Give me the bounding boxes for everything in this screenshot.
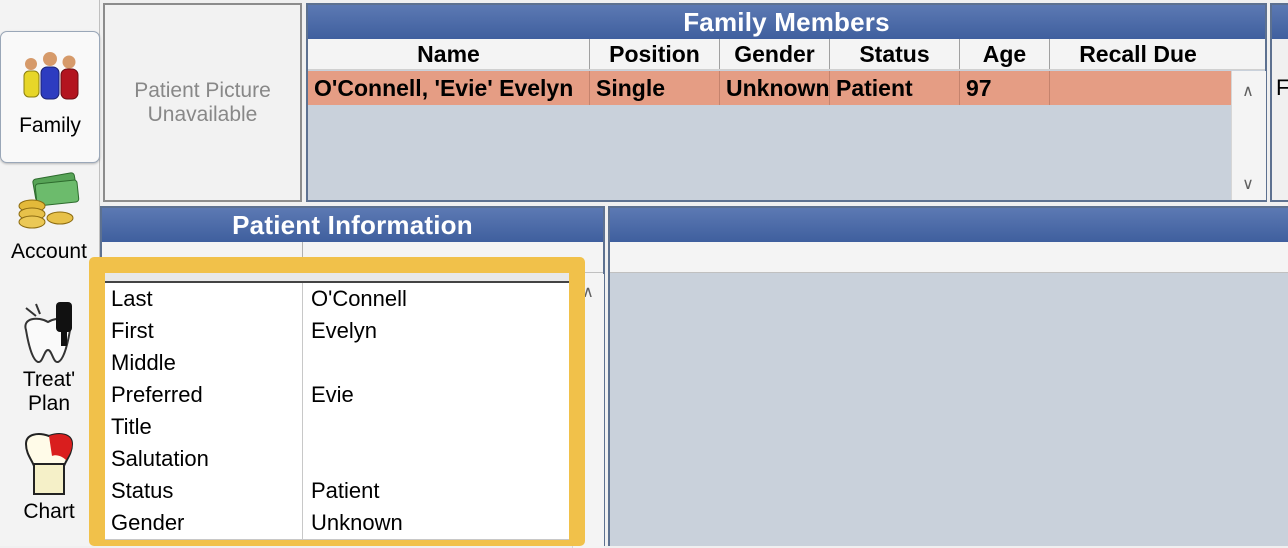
table-row[interactable]: Preferred Evie [105,379,569,412]
field-label-middle: Middle [105,347,303,379]
detail-panel-header [610,242,1288,273]
table-row[interactable]: Last O'Connell [105,283,569,316]
field-label-preferred: Preferred [105,379,303,411]
field-label-title: Title [105,411,303,443]
tooth-chart-icon [24,433,74,495]
patient-picture: Patient Picture Unavailable [103,3,302,202]
family-members-scrollbar[interactable]: ∧ ∨ [1231,71,1266,200]
module-account-label: Account [11,240,87,263]
field-label-status: Status [105,475,303,507]
family-members-panel: Family Members Name Position Gender Stat… [306,3,1267,202]
table-row[interactable]: Gender Unknown [105,507,569,540]
module-chart-button[interactable]: Chart [0,430,98,530]
module-bar: Family Account Treat' Plan Chart [0,0,100,546]
patient-picture-line1: Patient Picture [134,79,271,102]
field-value-last[interactable]: O'Connell [303,283,569,315]
col-header-status[interactable]: Status [830,39,960,69]
col-header-recall-due[interactable]: Recall Due [1050,39,1226,69]
module-treatplan-label-line1: Treat' [22,368,76,391]
cell-position: Single [590,71,720,105]
cell-age: 97 [960,71,1050,105]
table-row[interactable]: First Evelyn [105,315,569,348]
table-row[interactable]: O'Connell, 'Evie' Evelyn Single Unknown … [308,71,1231,105]
table-row[interactable]: Status Patient [105,475,569,508]
right-stub-text: F [1276,75,1288,100]
cell-status: Patient [830,71,960,105]
col-header-position[interactable]: Position [590,39,720,69]
family-members-title: Family Members [308,5,1265,39]
detail-panel [608,206,1288,546]
field-label-last: Last [105,283,303,315]
col-header-name[interactable]: Name [308,39,590,69]
patient-information-title: Patient Information [102,208,603,242]
field-label-salutation: Salutation [105,443,303,475]
module-treatplan-button[interactable]: Treat' Plan [0,300,98,420]
table-row[interactable]: Salutation [105,443,569,476]
patient-info-grid: Last O'Connell First Evelyn Middle Prefe… [105,273,569,540]
cell-name: O'Connell, 'Evie' Evelyn [308,71,590,105]
patient-picture-line2: Unavailable [147,103,258,126]
right-stub-panel: F [1270,3,1288,202]
module-account-button[interactable]: Account [0,172,98,270]
field-label-first: First [105,315,303,347]
field-value-status[interactable]: Patient [303,475,569,507]
money-icon [18,172,80,229]
col-header-age[interactable]: Age [960,39,1050,69]
right-stub-title [1272,5,1288,39]
module-family-label: Family [19,114,81,137]
treatplan-icon [24,302,72,363]
field-value-middle[interactable] [303,347,569,379]
cell-gender: Unknown [720,71,830,105]
field-label-gender: Gender [105,507,303,539]
module-treatplan-label-line2: Plan [27,392,71,415]
cell-recall-due [1050,71,1231,105]
field-value-preferred[interactable]: Evie [303,379,569,411]
field-value-first[interactable]: Evelyn [303,315,569,347]
scroll-up-icon[interactable]: ∧ [1232,77,1264,107]
family-icon [23,52,79,100]
field-value-title[interactable] [303,411,569,443]
detail-panel-title [610,208,1288,242]
table-row[interactable]: Middle [105,347,569,380]
scroll-down-icon[interactable]: ∨ [1232,170,1264,200]
family-members-header: Name Position Gender Status Age Recall D… [308,39,1265,70]
table-row[interactable]: Title [105,411,569,444]
module-chart-label: Chart [23,500,75,523]
module-family-button[interactable]: Family [0,31,100,163]
patient-info-highlight: Last O'Connell First Evelyn Middle Prefe… [89,257,585,546]
field-value-salutation[interactable] [303,443,569,475]
field-value-gender[interactable]: Unknown [303,507,569,539]
col-header-gender[interactable]: Gender [720,39,830,69]
